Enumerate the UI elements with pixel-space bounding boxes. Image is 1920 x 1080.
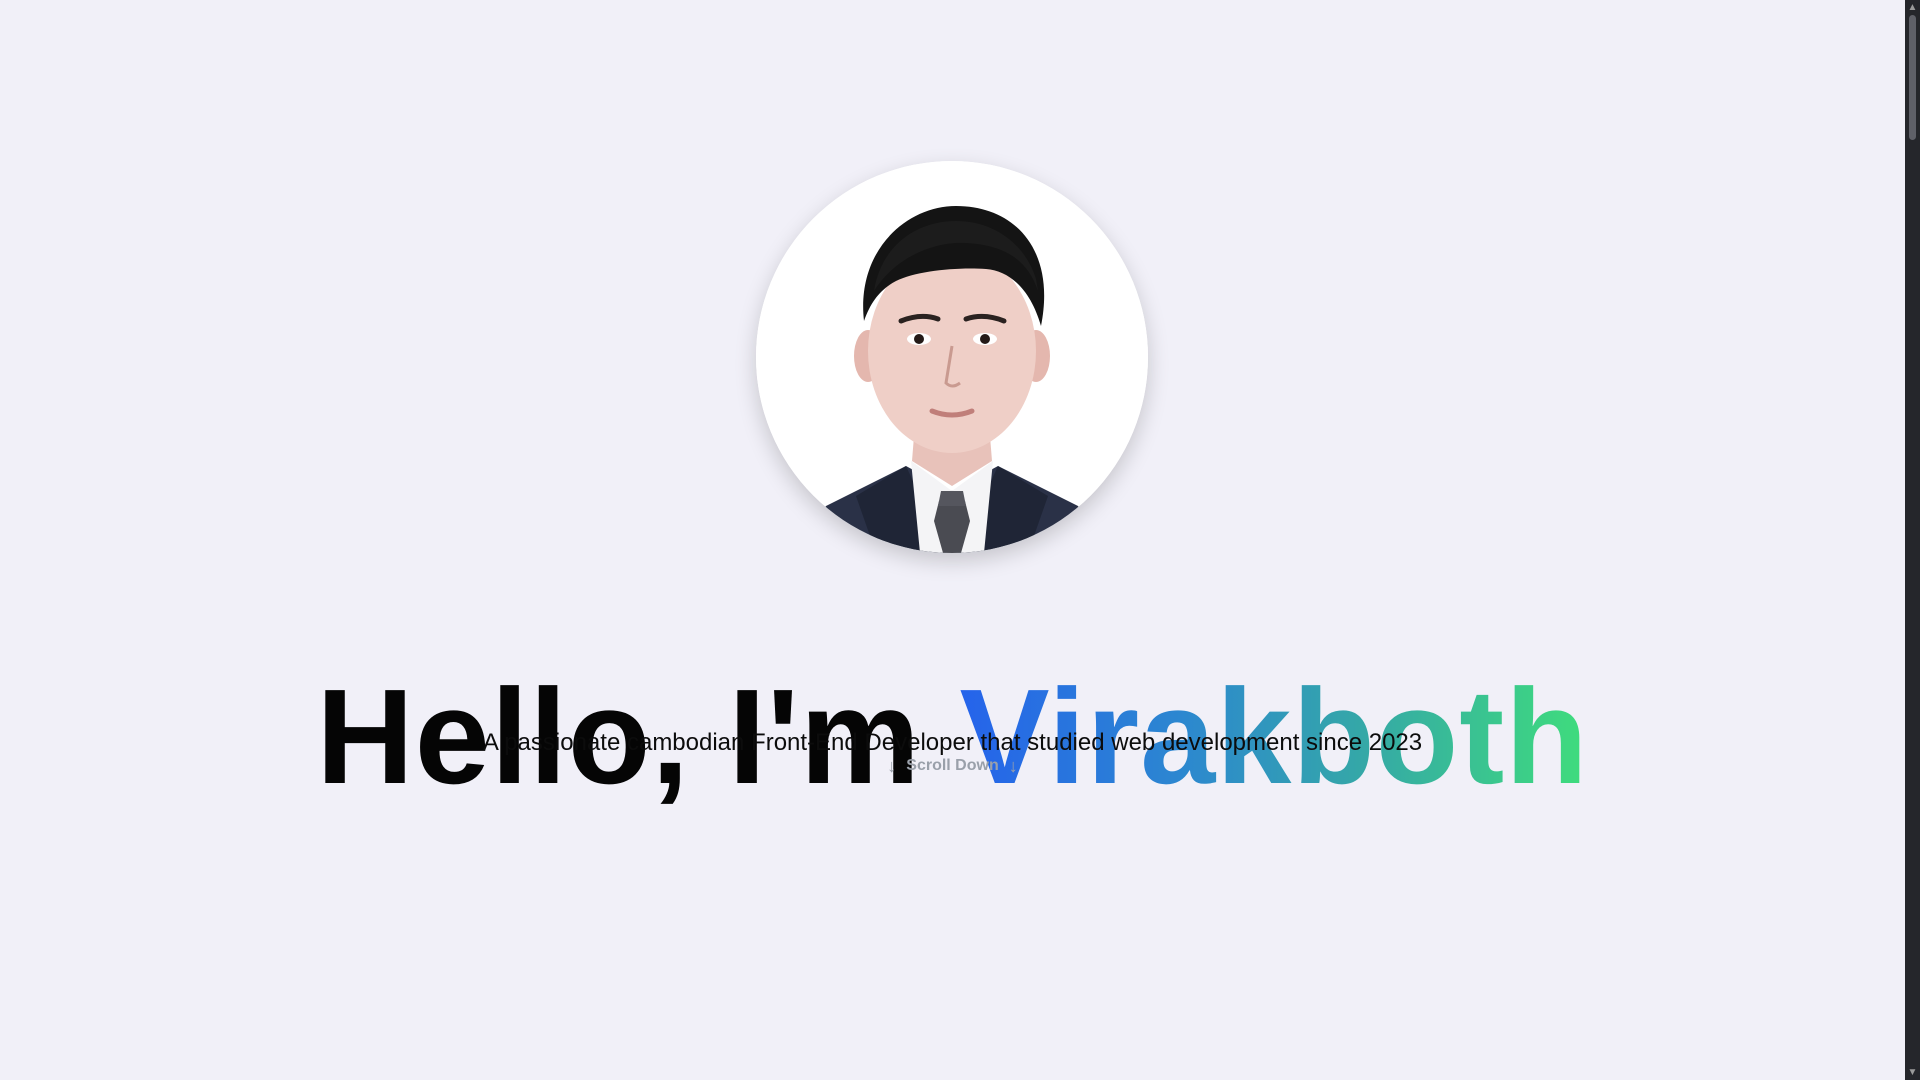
scroll-down-label: Scroll Down <box>906 757 999 774</box>
page-viewport: Hello, I'm Virakboth A passionate cambod… <box>0 0 1905 1080</box>
profile-avatar <box>756 161 1148 553</box>
arrow-down-icon: ↓ <box>887 756 897 776</box>
portrait-icon <box>756 161 1148 553</box>
scroll-down-link[interactable]: ↓ Scroll Down ↓ <box>0 757 1905 775</box>
hero-section: Hello, I'm Virakboth A passionate cambod… <box>0 0 1905 1080</box>
arrow-down-icon: ↓ <box>1008 756 1018 776</box>
scroll-down-icon[interactable]: ▼ <box>1905 1065 1920 1080</box>
hero-subtitle: A passionate cambodian Front-End Develop… <box>482 729 1423 756</box>
scroll-up-icon[interactable]: ▲ <box>1905 0 1920 15</box>
scrollbar-thumb[interactable] <box>1909 15 1916 140</box>
vertical-scrollbar[interactable]: ▲ ▼ <box>1905 0 1920 1080</box>
